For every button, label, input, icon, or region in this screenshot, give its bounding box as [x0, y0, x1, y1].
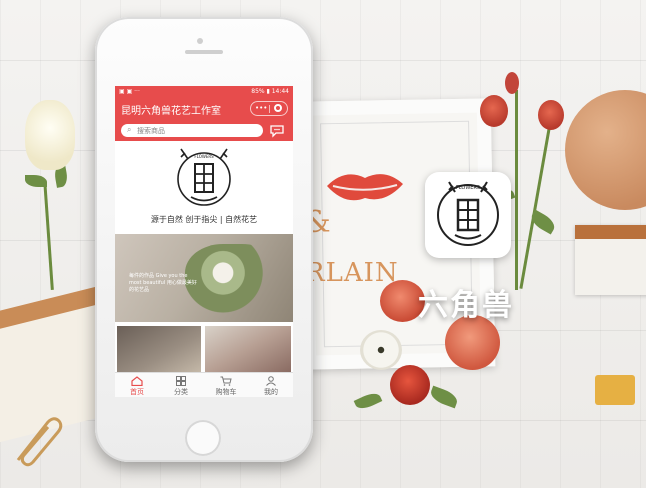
binder-clip [595, 375, 635, 405]
page-title: 昆明六角兽花艺工作室 [121, 106, 221, 117]
red-flower [390, 365, 430, 405]
phone-screen: ▣ ▣ ··· 85% ▮ 14:44 昆明六角兽花艺工作室 ••• ⌕ 搜索商… [115, 86, 293, 397]
rose-bud [505, 72, 519, 94]
paperclip [16, 417, 63, 467]
rose-stem [515, 90, 518, 290]
tab-profile[interactable]: 我的 [249, 373, 293, 397]
tab-label: 首页 [130, 388, 144, 396]
leaf [353, 390, 383, 412]
leaf [25, 175, 47, 187]
wooden-bowl [565, 90, 646, 210]
tab-cart[interactable]: 购物车 [204, 373, 248, 397]
search-bar: ⌕ 搜索商品 [115, 121, 293, 141]
more-icon[interactable]: ••• [255, 104, 267, 112]
tab-bar: 首页 分类 购物车 我的 [115, 372, 293, 397]
home-button[interactable] [185, 420, 221, 456]
tab-label: 购物车 [215, 388, 237, 396]
chat-icon [270, 125, 284, 138]
svg-text:FLOWERS: FLOWERS [194, 154, 214, 159]
cart-icon [220, 376, 232, 386]
tab-label: 我的 [264, 388, 278, 396]
leaf [528, 209, 558, 235]
earpiece-speaker [185, 50, 223, 54]
home-icon [131, 376, 143, 386]
title-bar: 昆明六角兽花艺工作室 ••• [115, 97, 293, 121]
front-camera [197, 38, 203, 44]
brand-name: 六角兽 [418, 288, 514, 323]
banner-caption: 每件的作品 Give you the most beautiful 用心做最美好… [129, 273, 197, 293]
status-left: ▣ ▣ ··· [119, 88, 140, 95]
hero-banner[interactable]: 每件的作品 Give you the most beautiful 用心做最美好… [115, 234, 293, 322]
search-input[interactable]: ⌕ 搜索商品 [121, 124, 263, 137]
capsule-divider [269, 105, 270, 113]
lips-print [327, 174, 403, 201]
slogan: 源于自然 创于指尖 | 自然花艺 [150, 215, 258, 224]
search-placeholder: 搜索商品 [137, 127, 165, 135]
product-grid [115, 326, 293, 372]
tab-label: 分类 [174, 388, 188, 396]
poster-text: RLAIN [305, 258, 399, 288]
close-target-icon[interactable] [274, 104, 282, 112]
grid-icon [176, 376, 186, 386]
card-strip [575, 225, 646, 239]
logo-icon: FLOWERS [177, 148, 231, 206]
status-bar: ▣ ▣ ··· 85% ▮ 14:44 [115, 86, 293, 97]
product-thumbnail[interactable] [117, 326, 201, 372]
user-icon [266, 376, 276, 386]
product-thumbnail[interactable] [205, 326, 291, 372]
rose-stem [43, 180, 54, 290]
leaf [428, 385, 460, 409]
red-rose [480, 95, 508, 127]
app-icon: FLOWERS [425, 172, 511, 258]
tab-home[interactable]: 首页 [115, 373, 159, 397]
svg-text:FLOWERS: FLOWERS [456, 185, 480, 191]
brand-logo-icon: FLOWERS [437, 181, 499, 246]
search-icon: ⌕ [127, 125, 132, 134]
anemone-flower [360, 330, 402, 370]
rose-stem [519, 111, 554, 289]
status-right: 85% ▮ 14:44 [251, 88, 289, 95]
red-rose [538, 100, 564, 130]
white-rose [25, 100, 75, 170]
tab-category[interactable]: 分类 [159, 373, 203, 397]
bouquet-image [185, 244, 280, 316]
message-button[interactable] [269, 123, 285, 138]
miniprogram-capsule[interactable]: ••• [250, 101, 288, 116]
brand-logo-banner: FLOWERS [115, 144, 293, 210]
